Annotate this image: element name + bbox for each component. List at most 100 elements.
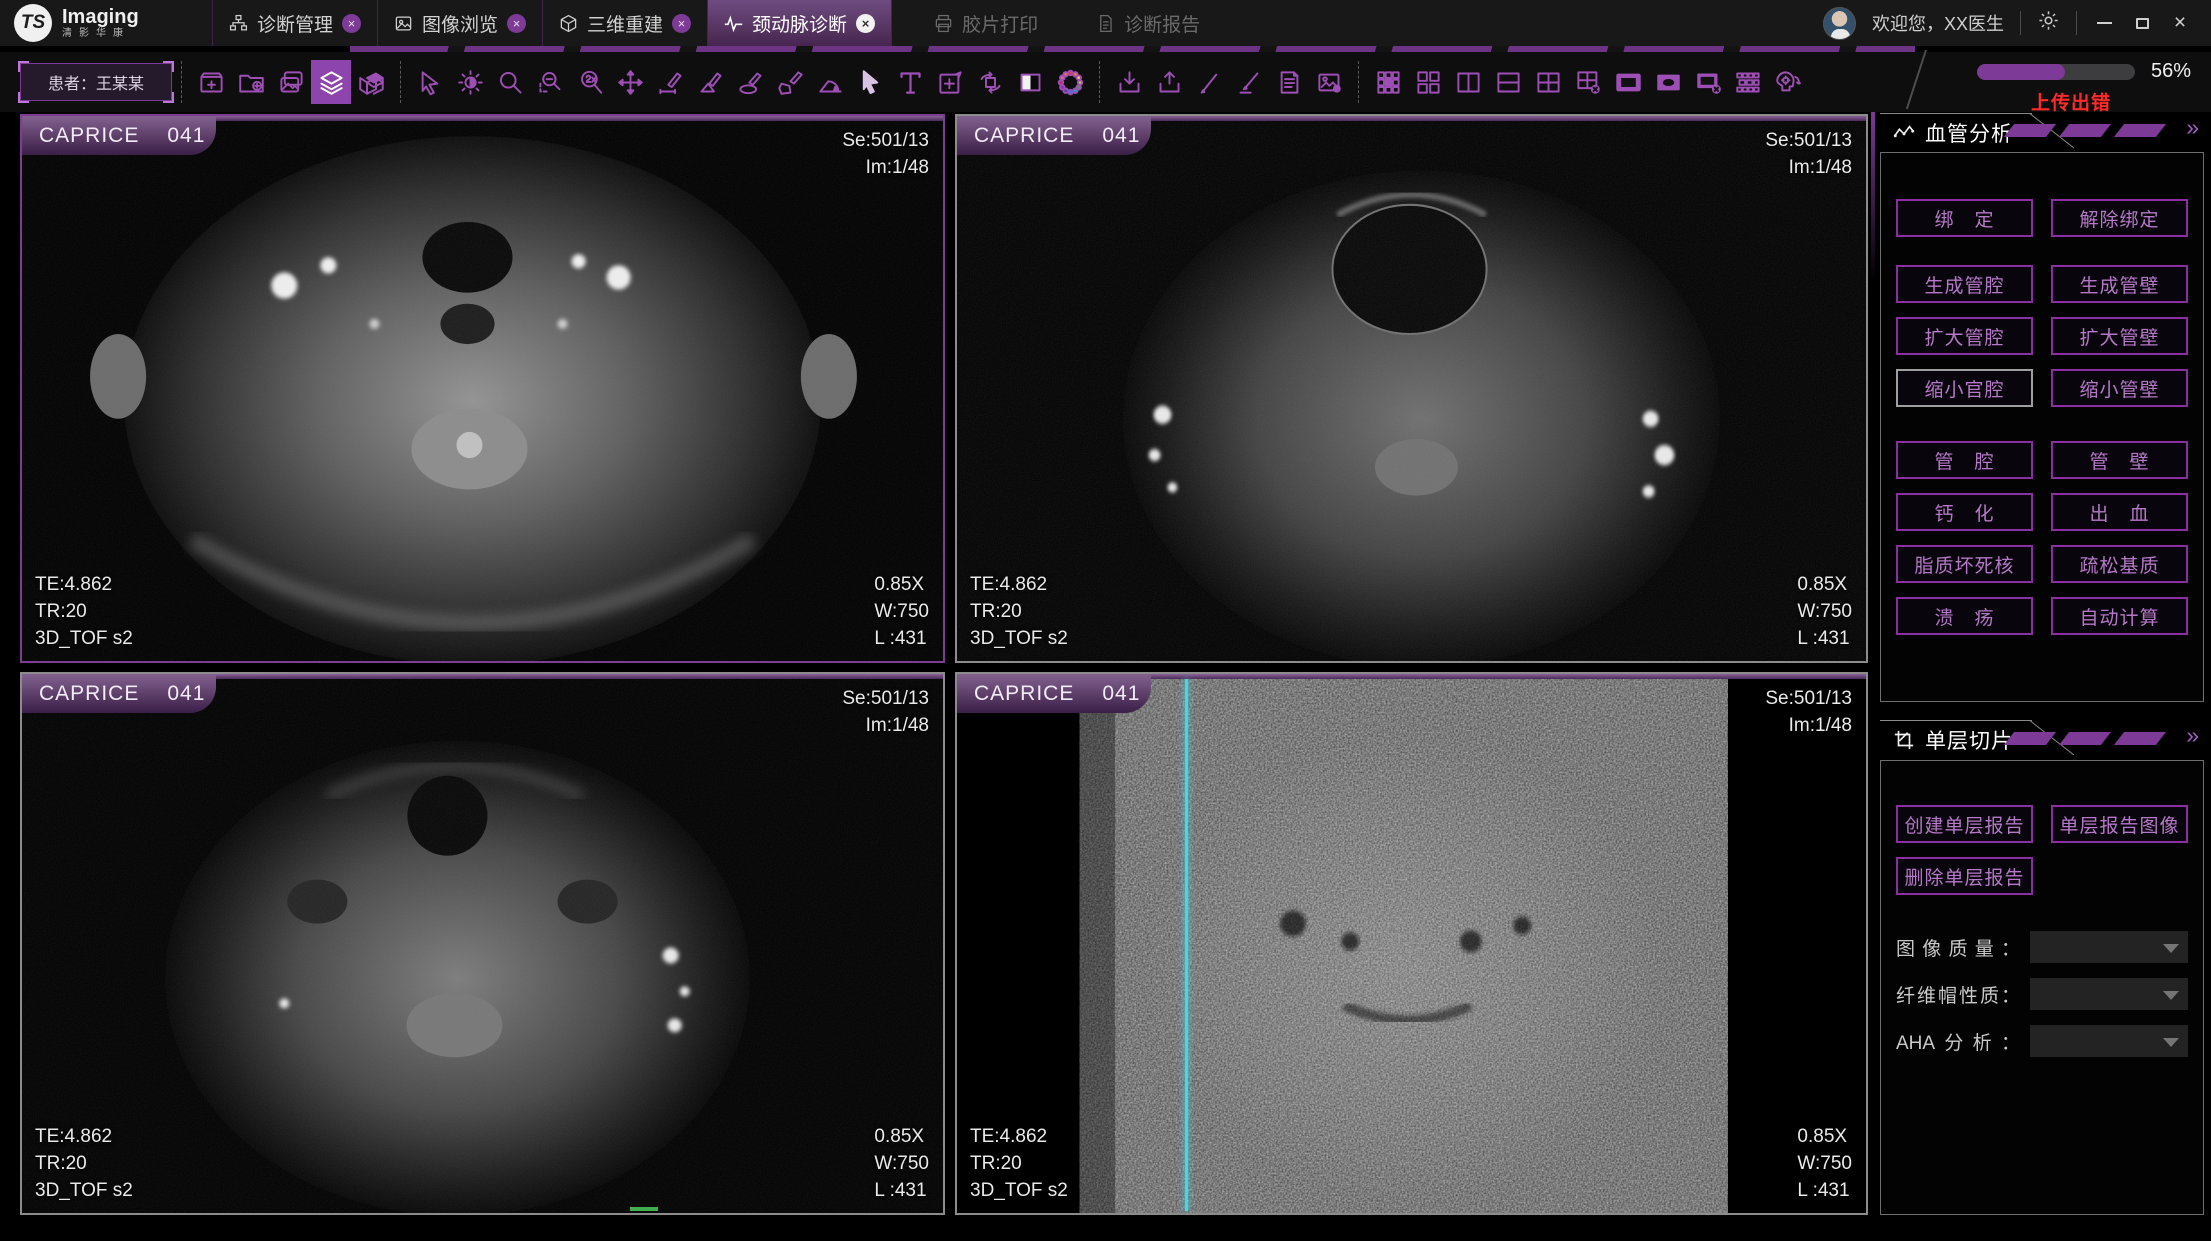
series-name: CAPRICE bbox=[39, 682, 139, 706]
delete-slice-report-button[interactable]: 删除单层报告 bbox=[1896, 857, 2033, 895]
tab-close-icon[interactable]: × bbox=[856, 14, 875, 33]
mri-image[interactable] bbox=[22, 674, 943, 1213]
viewport-2[interactable]: CAPRICE041 Se:501/13Im:1/48 TE:4.862TR:2… bbox=[955, 114, 1868, 663]
grid-remove-button[interactable] bbox=[1568, 60, 1608, 104]
wall-button[interactable]: 管 壁 bbox=[2051, 441, 2188, 479]
zoom-region-tool[interactable] bbox=[530, 60, 570, 104]
tab-diagnosis-management[interactable]: 诊断管理 × bbox=[212, 0, 377, 46]
auto-calculate-button[interactable]: 自动计算 bbox=[2051, 597, 2188, 635]
generate-lumen-button[interactable]: 生成管腔 bbox=[1896, 265, 2033, 303]
ulcer-button[interactable]: 溃 疡 bbox=[1896, 597, 2033, 635]
grid-2x2-button[interactable] bbox=[1528, 60, 1568, 104]
color-wheel-icon bbox=[1057, 69, 1084, 96]
shrink-wall-button[interactable]: 缩小管壁 bbox=[2051, 369, 2188, 407]
minimize-button[interactable] bbox=[2093, 12, 2115, 34]
protractor-icon bbox=[817, 69, 844, 96]
cursor-tool[interactable] bbox=[410, 60, 450, 104]
report-add-tool[interactable] bbox=[1269, 60, 1309, 104]
viewport-3[interactable]: CAPRICE041 Se:501/13Im:1/48 TE:4.862TR:2… bbox=[20, 672, 945, 1215]
color-wheel-tool[interactable] bbox=[1050, 60, 1090, 104]
image-export-tool[interactable] bbox=[1309, 60, 1349, 104]
layers-tool[interactable] bbox=[311, 60, 351, 104]
rotate-tool[interactable] bbox=[970, 60, 1010, 104]
display-info: 0.85XW:750L :431 bbox=[874, 1123, 929, 1204]
tab-carotid-diagnosis[interactable]: 颈动脉诊断 × bbox=[707, 0, 892, 46]
folder-add-button[interactable] bbox=[231, 60, 271, 104]
upload-error: 上传出错 bbox=[2031, 88, 2111, 115]
ai-analysis-button[interactable] bbox=[1768, 60, 1808, 104]
mri-image[interactable] bbox=[957, 674, 1866, 1213]
expand-wall-button[interactable]: 扩大管壁 bbox=[2051, 317, 2188, 355]
annotation-add-tool[interactable] bbox=[930, 60, 970, 104]
shrink-lumen-button[interactable]: 缩小官腔 bbox=[1896, 369, 2033, 407]
text-tool[interactable] bbox=[890, 60, 930, 104]
tab-film-print[interactable]: 胶片打印 bbox=[918, 0, 1054, 46]
patient-label: 患者：王某某 bbox=[48, 70, 144, 94]
archive-add-button[interactable] bbox=[191, 60, 231, 104]
expand-lumen-button[interactable]: 扩大管腔 bbox=[1896, 317, 2033, 355]
collapse-vessel-panel-icon[interactable] bbox=[2186, 116, 2199, 139]
photos-button[interactable] bbox=[271, 60, 311, 104]
upload-tool[interactable] bbox=[1149, 60, 1189, 104]
generate-wall-button[interactable]: 生成管壁 bbox=[2051, 265, 2188, 303]
hemorrhage-button[interactable]: 出 血 bbox=[2051, 493, 2188, 531]
filmstrip-button[interactable] bbox=[1728, 60, 1768, 104]
patient-field[interactable]: 患者：王某某 bbox=[20, 63, 172, 101]
measure-angle-icon bbox=[697, 69, 724, 96]
invert-tool[interactable] bbox=[1010, 60, 1050, 104]
brightness-tool[interactable] bbox=[450, 60, 490, 104]
close-button[interactable]: × bbox=[2169, 12, 2191, 34]
collapse-slice-panel-icon[interactable] bbox=[2186, 724, 2199, 747]
unbind-button[interactable]: 解除绑定 bbox=[2051, 199, 2188, 237]
tab-image-browse[interactable]: 图像浏览 × bbox=[377, 0, 542, 46]
mri-image[interactable] bbox=[957, 116, 1866, 661]
tab-close-icon[interactable]: × bbox=[507, 14, 526, 33]
tab-3d-reconstruction[interactable]: 三维重建 × bbox=[542, 0, 707, 46]
viewport-1[interactable]: CAPRICE041 Se:501/13Im:1/48 TE:4.862TR:2… bbox=[20, 114, 945, 663]
protractor-tool[interactable] bbox=[810, 60, 850, 104]
zoom-2x-tool[interactable] bbox=[570, 60, 610, 104]
pointer-filled-tool[interactable] bbox=[850, 60, 890, 104]
draw-ellipse-tool[interactable] bbox=[730, 60, 770, 104]
bind-button[interactable]: 绑 定 bbox=[1896, 199, 2033, 237]
brush-line-tool[interactable] bbox=[1229, 60, 1269, 104]
calcification-button[interactable]: 钙 化 bbox=[1896, 493, 2033, 531]
user-avatar[interactable] bbox=[1823, 7, 1856, 40]
aha-analysis-select[interactable] bbox=[2030, 1025, 2188, 1057]
create-slice-report-button[interactable]: 创建单层报告 bbox=[1896, 805, 2033, 843]
tab-label: 胶片打印 bbox=[962, 10, 1038, 37]
tab-close-icon[interactable]: × bbox=[672, 14, 691, 33]
settings-button[interactable] bbox=[2037, 9, 2060, 37]
viewport-4[interactable]: CAPRICE041 Se:501/13Im:1/48 TE:4.862TR:2… bbox=[955, 672, 1868, 1215]
zoom-tool[interactable] bbox=[490, 60, 530, 104]
maximize-button[interactable] bbox=[2131, 12, 2153, 34]
header-decoration bbox=[2009, 124, 2161, 137]
download-tool[interactable] bbox=[1109, 60, 1149, 104]
tab-diagnosis-report[interactable]: 诊断报告 bbox=[1080, 0, 1216, 46]
mri-image[interactable] bbox=[22, 116, 943, 661]
fibrous-cap-select[interactable] bbox=[2030, 978, 2188, 1010]
measure-angle-tool[interactable] bbox=[690, 60, 730, 104]
tab-close-icon[interactable]: × bbox=[342, 14, 361, 33]
split-horizontal-button[interactable] bbox=[1488, 60, 1528, 104]
ellipse-layout-button[interactable] bbox=[1648, 60, 1688, 104]
layout-boxes-button[interactable] bbox=[1408, 60, 1448, 104]
image-quality-select[interactable] bbox=[2030, 931, 2188, 963]
cube-3d-tool[interactable] bbox=[351, 60, 391, 104]
brush-tool[interactable] bbox=[1189, 60, 1229, 104]
lipid-necrotic-core-button[interactable]: 脂质坏死核 bbox=[1896, 545, 2033, 583]
slice-report-image-button[interactable]: 单层报告图像 bbox=[2051, 805, 2188, 843]
lumen-button[interactable]: 管 腔 bbox=[1896, 441, 2033, 479]
grid-3x3-layout-button[interactable] bbox=[1368, 60, 1408, 104]
measure-line-tool[interactable] bbox=[650, 60, 690, 104]
draw-polygon-tool[interactable] bbox=[770, 60, 810, 104]
window-width: W:750 bbox=[874, 1150, 929, 1177]
fullscreen-rect-button[interactable] bbox=[1608, 60, 1648, 104]
rect-remove-button[interactable] bbox=[1688, 60, 1728, 104]
localizer-line[interactable] bbox=[1185, 679, 1188, 1211]
pan-tool[interactable] bbox=[610, 60, 650, 104]
loose-matrix-button[interactable]: 疏松基质 bbox=[2051, 545, 2188, 583]
window-width: W:750 bbox=[874, 598, 929, 625]
divider bbox=[2020, 11, 2021, 35]
split-vertical-button[interactable] bbox=[1448, 60, 1488, 104]
